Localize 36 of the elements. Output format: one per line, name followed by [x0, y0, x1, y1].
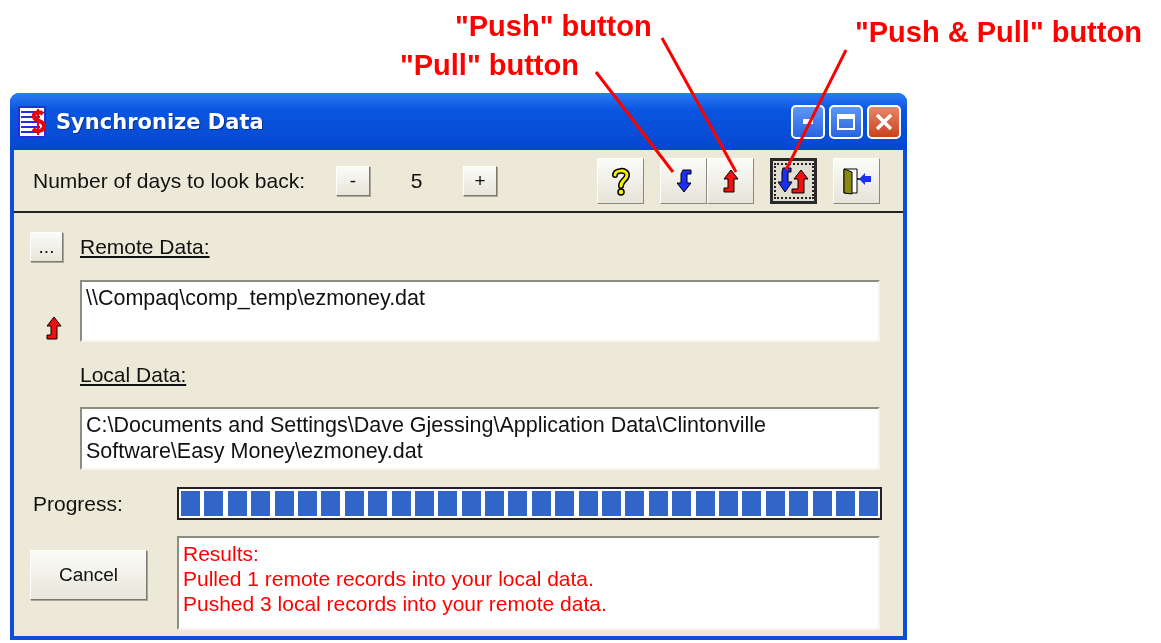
- results-line: Results:: [183, 541, 260, 566]
- results-line: Pulled 1 remote records into your local data.: [183, 566, 595, 591]
- annotation-label: "Push" button: [455, 10, 652, 43]
- results-line: Pushed 3 local records into your remote data.: [183, 591, 608, 616]
- pull-button[interactable]: [660, 157, 707, 204]
- cancel-button[interactable]: Cancel: [30, 550, 147, 600]
- up-arrow-icon: [45, 315, 63, 340]
- days-value: 5: [409, 168, 424, 193]
- remote-data-field[interactable]: \\Compaq\comp_temp\ezmoney.dat: [80, 280, 880, 342]
- door-arrow-icon: [841, 166, 872, 195]
- annotation-label: "Pull" button: [400, 49, 579, 82]
- browse-button[interactable]: ...: [30, 232, 63, 262]
- decrement-button[interactable]: -: [336, 165, 370, 196]
- days-label: Number of days to look back:: [33, 168, 306, 193]
- minimize-button[interactable]: [791, 104, 825, 139]
- close-button[interactable]: [867, 104, 901, 139]
- annotation-label: "Push & Pull" button: [855, 16, 1142, 49]
- local-data-field[interactable]: C:\Documents and Settings\Dave Gjessing\Application Data\Clintonville Software\Easy Money\ezmoney.dat: [80, 407, 880, 470]
- two-arrows-icon: [777, 166, 810, 195]
- up-arrow-icon: [721, 168, 740, 193]
- window-title: Synchronize Data: [56, 109, 265, 134]
- maximize-icon: [837, 113, 855, 130]
- push-button[interactable]: [707, 157, 754, 204]
- progress-label: Progress:: [33, 491, 124, 516]
- question-mark-icon: [610, 165, 631, 196]
- push-pull-button[interactable]: [770, 157, 817, 204]
- remote-data-label: Remote Data:: [80, 235, 210, 259]
- increment-button[interactable]: +: [463, 165, 497, 196]
- local-data-label: Local Data:: [80, 362, 187, 387]
- maximize-button[interactable]: [829, 104, 863, 139]
- down-arrow-icon: [675, 168, 692, 193]
- exit-button[interactable]: [833, 157, 880, 204]
- minimize-icon: [803, 119, 813, 124]
- help-button[interactable]: [597, 157, 644, 204]
- app-icon: [18, 105, 48, 138]
- close-icon: [875, 112, 893, 131]
